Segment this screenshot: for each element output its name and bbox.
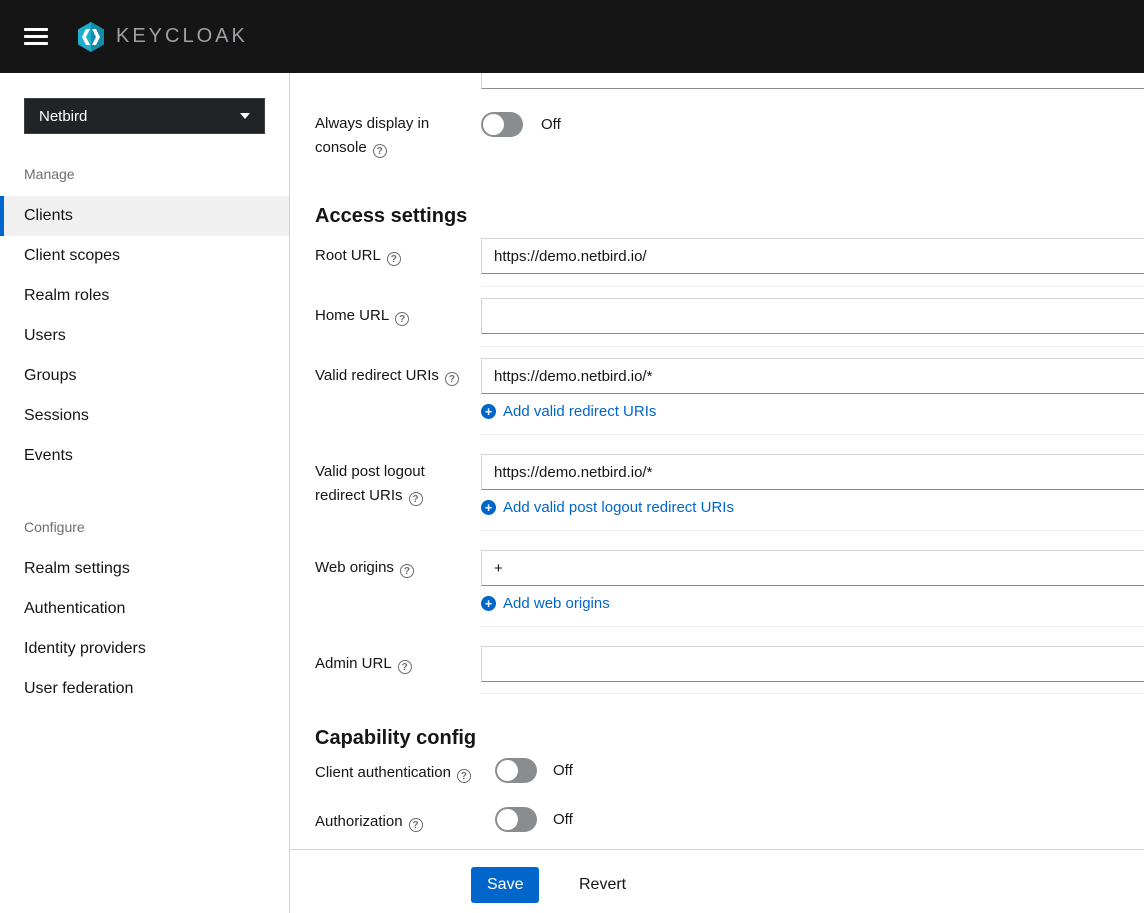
toggle-knob bbox=[497, 809, 518, 830]
authorization-state: Off bbox=[553, 811, 573, 828]
client-authentication-state: Off bbox=[553, 762, 573, 779]
sidebar-item-sessions[interactable]: Sessions bbox=[0, 396, 289, 436]
valid-redirect-uris-label: Valid redirect URIs? bbox=[315, 364, 473, 388]
help-icon[interactable]: ? bbox=[386, 252, 401, 266]
row-divider bbox=[481, 626, 1144, 627]
authorization-label: Authorization? bbox=[315, 810, 505, 834]
home-url-label: Home URL? bbox=[315, 304, 473, 328]
help-icon[interactable]: ? bbox=[408, 492, 423, 506]
sidebar-item-user-federation[interactable]: User federation bbox=[0, 669, 289, 709]
save-button[interactable]: Save bbox=[471, 867, 540, 903]
web-origins-label: Web origins? bbox=[315, 556, 473, 580]
nav-toggle-hamburger-icon[interactable] bbox=[24, 28, 48, 45]
client-authentication-toggle[interactable] bbox=[495, 758, 537, 783]
row-divider bbox=[481, 346, 1144, 347]
client-authentication-label: Client authentication? bbox=[315, 761, 505, 785]
sidebar-item-client-scopes[interactable]: Client scopes bbox=[0, 236, 289, 276]
home-url-input[interactable] bbox=[481, 298, 1144, 334]
help-icon[interactable]: ? bbox=[395, 312, 410, 326]
root-url-label: Root URL? bbox=[315, 244, 473, 268]
toggle-knob bbox=[483, 114, 504, 135]
row-divider bbox=[481, 434, 1144, 435]
nav-section-configure: Configure bbox=[24, 519, 85, 535]
toggle-knob bbox=[497, 760, 518, 781]
plus-circle-icon: + bbox=[481, 499, 496, 515]
masthead: KEYCLOAK bbox=[0, 0, 1144, 73]
keycloak-logo[interactable]: KEYCLOAK bbox=[74, 20, 248, 54]
add-valid-redirect-uris-button[interactable]: + Add valid redirect URIs bbox=[481, 399, 656, 423]
row-divider bbox=[481, 693, 1144, 694]
sidebar: Netbird Manage Clients Client scopes Rea… bbox=[0, 73, 290, 913]
help-icon[interactable]: ? bbox=[456, 769, 471, 783]
sidebar-item-users[interactable]: Users bbox=[0, 316, 289, 356]
access-settings-heading: Access settings bbox=[315, 204, 468, 227]
sidebar-item-events[interactable]: Events bbox=[0, 436, 289, 476]
web-origins-input[interactable] bbox=[481, 550, 1144, 586]
add-web-origins-button[interactable]: + Add web origins bbox=[481, 591, 610, 615]
nav-section-manage: Manage bbox=[24, 166, 75, 182]
brand-wordmark: KEYCLOAK bbox=[116, 25, 248, 47]
valid-post-logout-redirect-uris-input[interactable] bbox=[481, 454, 1144, 490]
sidebar-item-realm-roles[interactable]: Realm roles bbox=[0, 276, 289, 316]
plus-circle-icon: + bbox=[481, 595, 496, 611]
help-icon[interactable]: ? bbox=[397, 660, 412, 674]
chevron-down-icon bbox=[240, 113, 250, 119]
nav-list-configure: Realm settings Authentication Identity p… bbox=[0, 549, 289, 709]
client-settings-form: Always display in console? Off Access se… bbox=[291, 73, 1144, 913]
capability-config-heading: Capability config bbox=[315, 726, 477, 749]
authorization-toggle[interactable] bbox=[495, 807, 537, 832]
root-url-input[interactable] bbox=[481, 238, 1144, 274]
always-display-toggle[interactable] bbox=[481, 112, 523, 137]
help-icon[interactable]: ? bbox=[444, 372, 459, 386]
help-icon[interactable]: ? bbox=[372, 144, 387, 158]
row-divider bbox=[481, 286, 1144, 287]
valid-redirect-uris-input[interactable] bbox=[481, 358, 1144, 394]
revert-button[interactable]: Revert bbox=[571, 867, 634, 903]
add-valid-post-logout-redirect-uris-button[interactable]: + Add valid post logout redirect URIs bbox=[481, 495, 734, 519]
row-divider bbox=[481, 530, 1144, 531]
admin-url-label: Admin URL? bbox=[315, 652, 473, 676]
keycloak-logo-icon bbox=[78, 21, 104, 52]
form-action-bar: Save Revert bbox=[291, 849, 1144, 913]
truncated-top-input[interactable] bbox=[481, 73, 1144, 89]
always-display-label: Always display in console? bbox=[315, 115, 430, 158]
always-display-state: Off bbox=[541, 116, 561, 133]
plus-circle-icon: + bbox=[481, 403, 496, 419]
realm-selector[interactable]: Netbird bbox=[24, 98, 265, 134]
valid-post-logout-redirect-uris-label: Valid post logout redirect URIs? bbox=[315, 463, 425, 506]
nav-list-manage: Clients Client scopes Realm roles Users … bbox=[0, 196, 289, 476]
help-icon[interactable]: ? bbox=[408, 818, 423, 832]
help-icon[interactable]: ? bbox=[399, 564, 414, 578]
realm-selector-value: Netbird bbox=[39, 107, 88, 125]
sidebar-item-identity-providers[interactable]: Identity providers bbox=[0, 629, 289, 669]
sidebar-item-authentication[interactable]: Authentication bbox=[0, 589, 289, 629]
sidebar-item-groups[interactable]: Groups bbox=[0, 356, 289, 396]
sidebar-item-realm-settings[interactable]: Realm settings bbox=[0, 549, 289, 589]
admin-url-input[interactable] bbox=[481, 646, 1144, 682]
sidebar-item-clients[interactable]: Clients bbox=[0, 196, 289, 236]
